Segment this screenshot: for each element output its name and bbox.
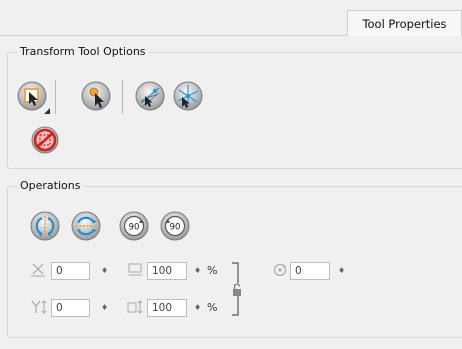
tool-separator xyxy=(55,80,56,114)
tool-separator xyxy=(122,80,123,114)
angle-icon xyxy=(273,263,287,277)
x-position-spinner[interactable]: ♦ xyxy=(101,262,108,280)
angle-spinner[interactable]: ♦ xyxy=(338,262,345,280)
lock-icon[interactable] xyxy=(232,283,242,297)
snap-tool-icon[interactable] xyxy=(135,81,165,111)
width-field[interactable]: 100 xyxy=(147,262,187,280)
height-spinner[interactable]: ♦ xyxy=(194,299,201,317)
transform-tool-options-group: Transform Tool Options xyxy=(7,45,462,169)
rotate-90-cw-icon[interactable]: 90 xyxy=(119,211,149,241)
x-position-field[interactable]: 0 xyxy=(51,262,90,280)
y-position-icon xyxy=(31,300,47,314)
height-unit-label: % xyxy=(207,301,218,314)
rotate-cw-label: 90 xyxy=(129,223,140,233)
width-icon xyxy=(128,263,142,276)
select-by-color-tool-icon[interactable] xyxy=(81,81,111,111)
rotate-90-ccw-icon[interactable]: 90 xyxy=(160,211,190,241)
height-field[interactable]: 100 xyxy=(147,299,187,317)
submenu-arrow-icon[interactable] xyxy=(44,108,50,114)
transform-group-title: Transform Tool Options xyxy=(17,45,149,58)
snap-grid-tool-icon[interactable] xyxy=(173,81,203,111)
height-icon xyxy=(127,300,143,314)
width-unit-label: % xyxy=(207,264,218,277)
y-position-spinner[interactable]: ♦ xyxy=(101,299,108,317)
transform-tool-icon[interactable] xyxy=(17,81,47,111)
x-position-icon xyxy=(31,263,45,277)
disable-tool-icon[interactable] xyxy=(30,125,60,155)
flip-horizontal-icon[interactable] xyxy=(30,211,60,241)
tab-bar-divider xyxy=(0,35,347,36)
width-spinner[interactable]: ♦ xyxy=(194,262,201,280)
tab-bar: Tool Properties xyxy=(0,0,462,36)
flip-vertical-icon[interactable] xyxy=(71,211,101,241)
operations-group-title: Operations xyxy=(17,179,84,192)
angle-field[interactable]: 0 xyxy=(290,262,330,280)
y-position-field[interactable]: 0 xyxy=(51,299,90,317)
rotate-ccw-label: 90 xyxy=(170,223,181,233)
tab-tool-properties[interactable]: Tool Properties xyxy=(347,10,462,36)
